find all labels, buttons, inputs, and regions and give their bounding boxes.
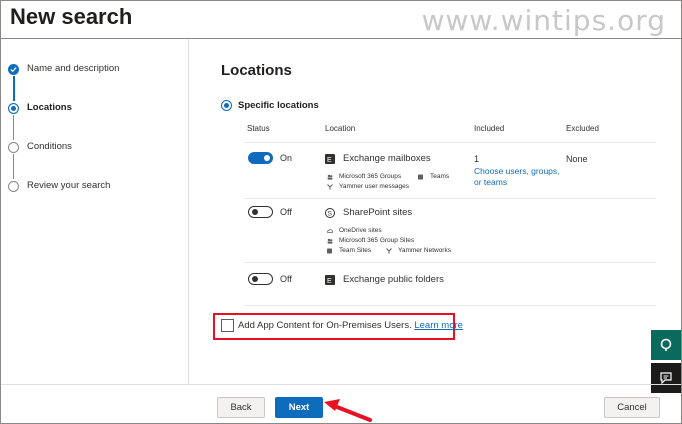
footer-divider [1, 384, 681, 385]
included-count: 1 [474, 154, 480, 164]
watermark: www.wintips.org [421, 4, 666, 37]
page-title: New search [10, 4, 133, 29]
header-divider [1, 38, 681, 39]
step-review[interactable]: Review your search [8, 179, 183, 218]
yammer-icon [327, 183, 333, 189]
row-divider [244, 305, 656, 306]
step-conditions[interactable]: Conditions [8, 140, 183, 179]
sub-location: Yammer user messages [327, 183, 409, 190]
radio-button[interactable] [221, 100, 232, 111]
current-step-icon [8, 103, 19, 114]
sub-location: Yammer Networks [386, 247, 451, 254]
annotation-arrow-icon [324, 399, 372, 422]
yammer-icon [386, 247, 392, 253]
step-name-and-description[interactable]: Name and description [8, 62, 183, 101]
teams-icon [418, 174, 423, 179]
wizard-steps: Name and description Locations Condition… [8, 62, 183, 218]
step-connector [12, 76, 15, 101]
location-sharepoint-sites: S SharePoint sites [325, 207, 412, 218]
column-header-status: Status [247, 124, 270, 133]
section-title: Locations [221, 62, 292, 79]
exchange-icon: E [325, 153, 335, 164]
step-label: Locations [27, 102, 72, 113]
choose-users-link[interactable]: Choose users, groups, or teams [474, 166, 564, 188]
toggle-state: Off [280, 274, 292, 284]
svg-text:E: E [327, 278, 332, 285]
column-header-location: Location [325, 124, 356, 133]
step-locations[interactable]: Locations [8, 101, 183, 140]
people-icon [327, 238, 333, 244]
next-button[interactable]: Next [275, 397, 323, 418]
location-label: Exchange public folders [343, 274, 444, 285]
step-label: Name and description [27, 63, 120, 74]
pending-step-icon [8, 142, 19, 153]
check-icon [8, 64, 19, 75]
help-icon [660, 338, 672, 351]
exchange-icon: E [325, 274, 335, 285]
location-exchange-public-folders: E Exchange public folders [325, 274, 444, 285]
row-divider [244, 198, 656, 199]
cloud-icon [327, 228, 333, 233]
pending-step-icon [8, 181, 19, 192]
learn-more-link[interactable]: Learn more [414, 320, 463, 331]
location-exchange-mailboxes: E Exchange mailboxes [325, 153, 431, 164]
svg-text:S: S [328, 210, 333, 217]
location-label: Exchange mailboxes [343, 153, 431, 164]
specific-locations-radio[interactable]: Specific locations [221, 100, 319, 111]
sub-location: Teams [418, 173, 449, 180]
location-label: SharePoint sites [343, 207, 413, 218]
feedback-icon [660, 372, 672, 385]
sub-location: Microsoft 365 Groups [327, 173, 401, 180]
exchange-mailboxes-toggle[interactable] [248, 152, 273, 164]
toggle-state: On [280, 153, 293, 163]
step-label: Review your search [27, 180, 111, 191]
toggle-state: Off [280, 207, 292, 217]
step-connector [13, 154, 14, 179]
column-header-excluded: Excluded [566, 124, 599, 133]
column-header-included: Included [474, 124, 505, 133]
sub-location: OneDrive sites [327, 227, 382, 234]
app-content-checkbox[interactable] [221, 319, 234, 332]
app-content-label: Add App Content for On-Premises Users. L… [238, 320, 463, 331]
radio-label: Specific locations [238, 100, 319, 111]
cancel-button[interactable]: Cancel [604, 397, 660, 418]
feedback-button[interactable] [651, 363, 681, 393]
svg-text:E: E [327, 157, 332, 164]
sharepoint-icon: S [325, 207, 335, 218]
exchange-public-folders-toggle[interactable] [248, 273, 273, 285]
row-divider [244, 142, 656, 143]
step-label: Conditions [27, 141, 72, 152]
people-icon [327, 174, 333, 180]
sub-location: Microsoft 365 Group Sites [327, 237, 414, 244]
row-divider [244, 262, 656, 263]
excluded-value: None [566, 154, 588, 164]
step-connector [13, 115, 14, 140]
panel-divider [188, 39, 189, 384]
back-button[interactable]: Back [217, 397, 265, 418]
help-button[interactable] [651, 330, 681, 360]
sub-location: Team Sites [327, 247, 371, 254]
sharepoint-sites-toggle[interactable] [248, 206, 273, 218]
teams-icon [327, 248, 332, 253]
